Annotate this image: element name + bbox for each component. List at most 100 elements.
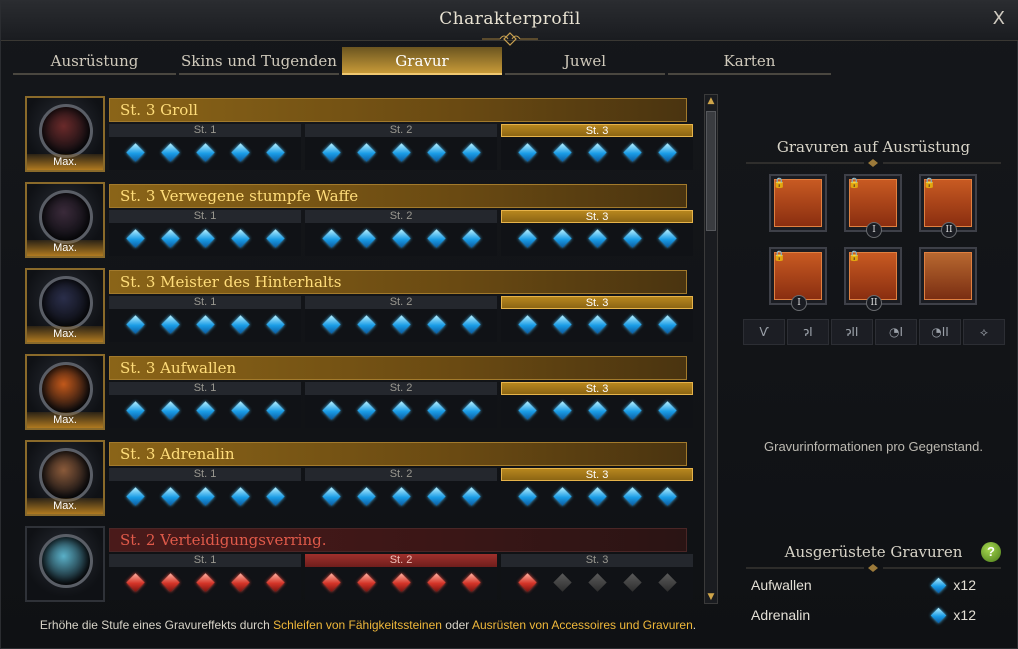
engraving-gem-icon xyxy=(161,573,180,592)
gem-row xyxy=(305,315,497,334)
engraving-gem-icon xyxy=(553,315,572,334)
engraving-gem-icon xyxy=(322,401,341,420)
engraving-name: St. 3 Adrenalin xyxy=(120,445,235,463)
engraving-gem-icon xyxy=(553,487,572,506)
engraving-row[interactable]: Max. St. 3 Aufwallen St. 1 St. 2 St. 3 xyxy=(23,352,693,432)
tab-karten[interactable]: Karten xyxy=(668,47,831,75)
engraving-portrait: Max. xyxy=(25,96,105,172)
engraving-gem-icon xyxy=(518,315,537,334)
stage-label: St. 3 xyxy=(501,382,693,395)
earring-item-2[interactable]: 🔒 II xyxy=(919,174,977,238)
engraving-row[interactable]: Max. St. 3 Verwegene stumpfe Waffe St. 1 St… xyxy=(23,180,693,260)
stage-1: St. 1 xyxy=(109,382,301,428)
scroll-thumb[interactable] xyxy=(706,111,716,231)
engraving-gem-icon xyxy=(266,401,285,420)
engraving-gem-icon xyxy=(623,487,642,506)
stone-item[interactable] xyxy=(919,247,977,305)
ring-item-2[interactable]: 🔒 II xyxy=(844,247,902,311)
ring-1-icon[interactable]: ◔I xyxy=(875,319,917,345)
stage-label: St. 1 xyxy=(109,124,301,137)
engraving-gem-icon xyxy=(357,401,376,420)
tab-skins-tugenden[interactable]: Skins und Tugenden xyxy=(179,47,339,75)
engraving-gem-icon xyxy=(357,229,376,248)
engraving-gem-icon xyxy=(196,143,215,162)
engraving-gem-icon xyxy=(357,487,376,506)
engraving-row[interactable]: Max. St. 3 Groll St. 1 St. 2 St. 3 xyxy=(23,94,693,174)
necklace-icon[interactable]: Ѵ xyxy=(743,319,785,345)
engraving-portrait: Max. xyxy=(25,440,105,516)
footer-text-suffix: . xyxy=(692,618,697,632)
engraving-gem-icon xyxy=(427,401,446,420)
engraving-gem-icon xyxy=(658,573,677,592)
gem-row xyxy=(109,315,301,334)
engraving-gem-icon xyxy=(126,573,145,592)
engraving-emblem-icon xyxy=(39,104,93,158)
engraving-gem-icon xyxy=(588,143,607,162)
engraving-row[interactable]: St. 2 Verteidigungsverring. St. 1 St. 2 St.… xyxy=(23,524,693,604)
stage-3: St. 3 xyxy=(501,468,693,514)
gem-row xyxy=(501,229,693,248)
engraving-gem-icon xyxy=(623,401,642,420)
stage-1: St. 1 xyxy=(109,124,301,170)
tab-ausruestung[interactable]: Ausrüstung xyxy=(13,47,176,75)
stage-label: St. 1 xyxy=(109,468,301,481)
stone-icon[interactable]: ⟡ xyxy=(963,319,1005,345)
max-badge: Max. xyxy=(27,326,103,342)
stage-3: St. 3 xyxy=(501,554,693,600)
earring-item-1[interactable]: 🔒 I xyxy=(844,174,902,238)
footer-link-accessories[interactable]: Ausrüsten von Accessoires und Gravuren xyxy=(472,618,693,632)
engraving-gem-icon xyxy=(588,573,607,592)
close-button[interactable]: X xyxy=(993,8,1005,29)
engraving-gem-icon xyxy=(462,401,481,420)
necklace-item[interactable]: 🔒 xyxy=(769,174,827,232)
engraving-gem-icon xyxy=(126,487,145,506)
engraving-gem-icon xyxy=(623,229,642,248)
stage-2: St. 2 xyxy=(305,382,497,428)
ring-2-icon[interactable]: ◔II xyxy=(919,319,961,345)
equip-engravings-title: Gravuren auf Ausrüstung xyxy=(776,138,971,156)
engraving-gem-icon xyxy=(462,315,481,334)
earring-1-icon[interactable]: ɂI xyxy=(787,319,829,345)
scroll-down-button[interactable]: ▼ xyxy=(706,592,716,602)
item-icon xyxy=(924,252,972,300)
stage-label: St. 1 xyxy=(109,554,301,567)
footer-link-ability-stones[interactable]: Schleifen von Fähigkeitssteinen xyxy=(273,618,442,632)
engraving-row[interactable]: Max. St. 3 Adrenalin St. 1 St. 2 St. 3 xyxy=(23,438,693,518)
scroll-up-button[interactable]: ▲ xyxy=(706,96,716,106)
engraving-gem-icon xyxy=(518,573,537,592)
gem-row xyxy=(501,573,693,592)
stage-1: St. 1 xyxy=(109,468,301,514)
engraving-gem-icon xyxy=(266,143,285,162)
tab-bar: Ausrüstung Skins und Tugenden Gravur Juw… xyxy=(13,47,833,75)
engraving-name-bar: St. 3 Groll xyxy=(109,98,687,122)
gem-row xyxy=(109,573,301,592)
engraving-name-bar: St. 3 Adrenalin xyxy=(109,442,687,466)
scrollbar[interactable]: ▲ ▼ xyxy=(704,94,718,604)
stage-label: St. 2 xyxy=(305,468,497,481)
engraving-portrait: Max. xyxy=(25,268,105,344)
slot-number-badge: I xyxy=(791,295,807,311)
engraving-row[interactable]: Max. St. 3 Meister des Hinterhalts St. 1 St… xyxy=(23,266,693,346)
gem-row xyxy=(305,487,497,506)
engraving-gem-icon xyxy=(658,143,677,162)
engraving-gem-icon xyxy=(623,315,642,334)
stage-3: St. 3 xyxy=(501,382,693,428)
gem-row xyxy=(305,143,497,162)
engraving-gem-icon xyxy=(266,573,285,592)
earring-2-icon[interactable]: ɂII xyxy=(831,319,873,345)
engraving-gem-icon xyxy=(518,401,537,420)
help-icon[interactable]: ? xyxy=(981,542,1001,562)
engraving-gem-icon xyxy=(196,573,215,592)
engraving-gem-icon xyxy=(231,315,250,334)
lock-icon: 🔒 xyxy=(848,178,861,189)
stage-label: St. 2 xyxy=(305,124,497,137)
tab-juwel[interactable]: Juwel xyxy=(505,47,665,75)
stage-label: St. 3 xyxy=(501,296,693,309)
tab-gravur[interactable]: Gravur xyxy=(342,47,502,75)
max-badge: Max. xyxy=(27,154,103,170)
max-badge: Max. xyxy=(27,412,103,428)
ring-item-1[interactable]: 🔒 I xyxy=(769,247,827,311)
stage-label: St. 1 xyxy=(109,210,301,223)
engraving-emblem-icon xyxy=(39,448,93,502)
engraving-gem-icon xyxy=(658,315,677,334)
